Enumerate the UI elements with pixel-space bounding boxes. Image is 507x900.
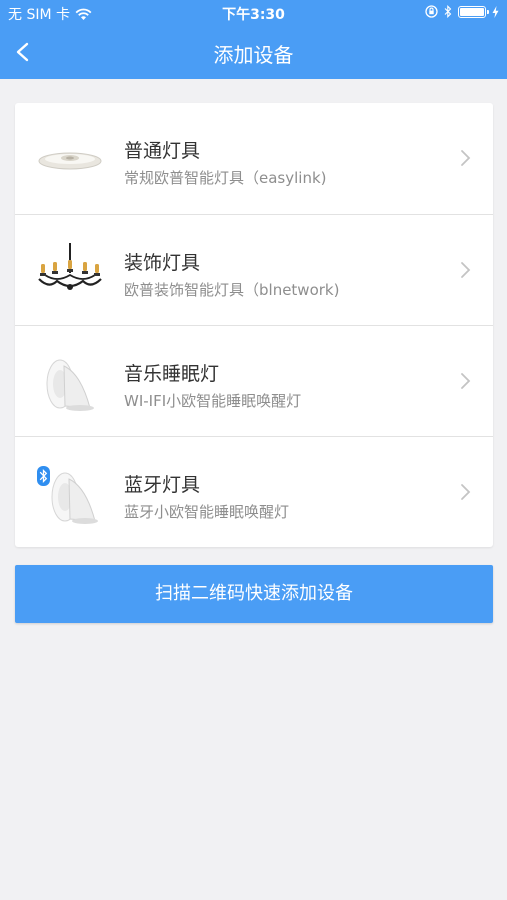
chevron-right-icon bbox=[461, 373, 471, 389]
status-right bbox=[425, 5, 499, 18]
device-subtitle: 欧普装饰智能灯具（blnetwork) bbox=[124, 281, 340, 299]
chevron-right-icon bbox=[461, 262, 471, 278]
chevron-right-icon bbox=[461, 484, 471, 500]
charging-icon bbox=[492, 5, 499, 18]
device-row-normal-lamp[interactable]: 普通灯具 常规欧普智能灯具（easylink) bbox=[15, 103, 493, 214]
device-title: 普通灯具 bbox=[124, 140, 201, 162]
scan-qr-button[interactable]: 扫描二维码快速添加设备 bbox=[15, 565, 493, 623]
device-title: 蓝牙灯具 bbox=[124, 474, 201, 496]
device-title: 装饰灯具 bbox=[124, 252, 201, 274]
device-subtitle: WI-IFI小欧智能睡眠唤醒灯 bbox=[124, 392, 302, 410]
battery-icon bbox=[458, 5, 489, 18]
chevron-right-icon bbox=[461, 150, 471, 166]
bluetooth-badge-icon bbox=[37, 466, 50, 486]
orientation-lock-icon bbox=[425, 5, 438, 18]
device-subtitle: 蓝牙小欧智能睡眠唤醒灯 bbox=[124, 503, 290, 521]
device-list: 普通灯具 常规欧普智能灯具（easylink) 装饰灯具 欧普装饰智能灯具（bl… bbox=[15, 103, 493, 547]
page-title: 添加设备 bbox=[213, 43, 294, 67]
device-subtitle: 常规欧普智能灯具（easylink) bbox=[124, 169, 327, 187]
bluetooth-status-icon bbox=[444, 5, 452, 18]
header: 无 SIM 卡 下午3:30 添加设备 bbox=[0, 0, 507, 79]
device-row-music-sleep-lamp[interactable]: 音乐睡眠灯 WI-IFI小欧智能睡眠唤醒灯 bbox=[15, 325, 493, 437]
status-bar: 无 SIM 卡 下午3:30 bbox=[0, 0, 507, 26]
device-row-bluetooth-lamp[interactable]: 蓝牙灯具 蓝牙小欧智能睡眠唤醒灯 bbox=[15, 436, 493, 548]
battery-fill bbox=[460, 7, 484, 16]
device-row-decor-lamp[interactable]: 装饰灯具 欧普装饰智能灯具（blnetwork) bbox=[15, 214, 493, 326]
device-title: 音乐睡眠灯 bbox=[124, 363, 220, 385]
chandelier-icon bbox=[38, 243, 102, 290]
sleep-lamp-icon bbox=[46, 359, 94, 411]
ceiling-lamp-icon bbox=[38, 152, 102, 170]
nav-bar: 添加设备 bbox=[0, 26, 507, 79]
